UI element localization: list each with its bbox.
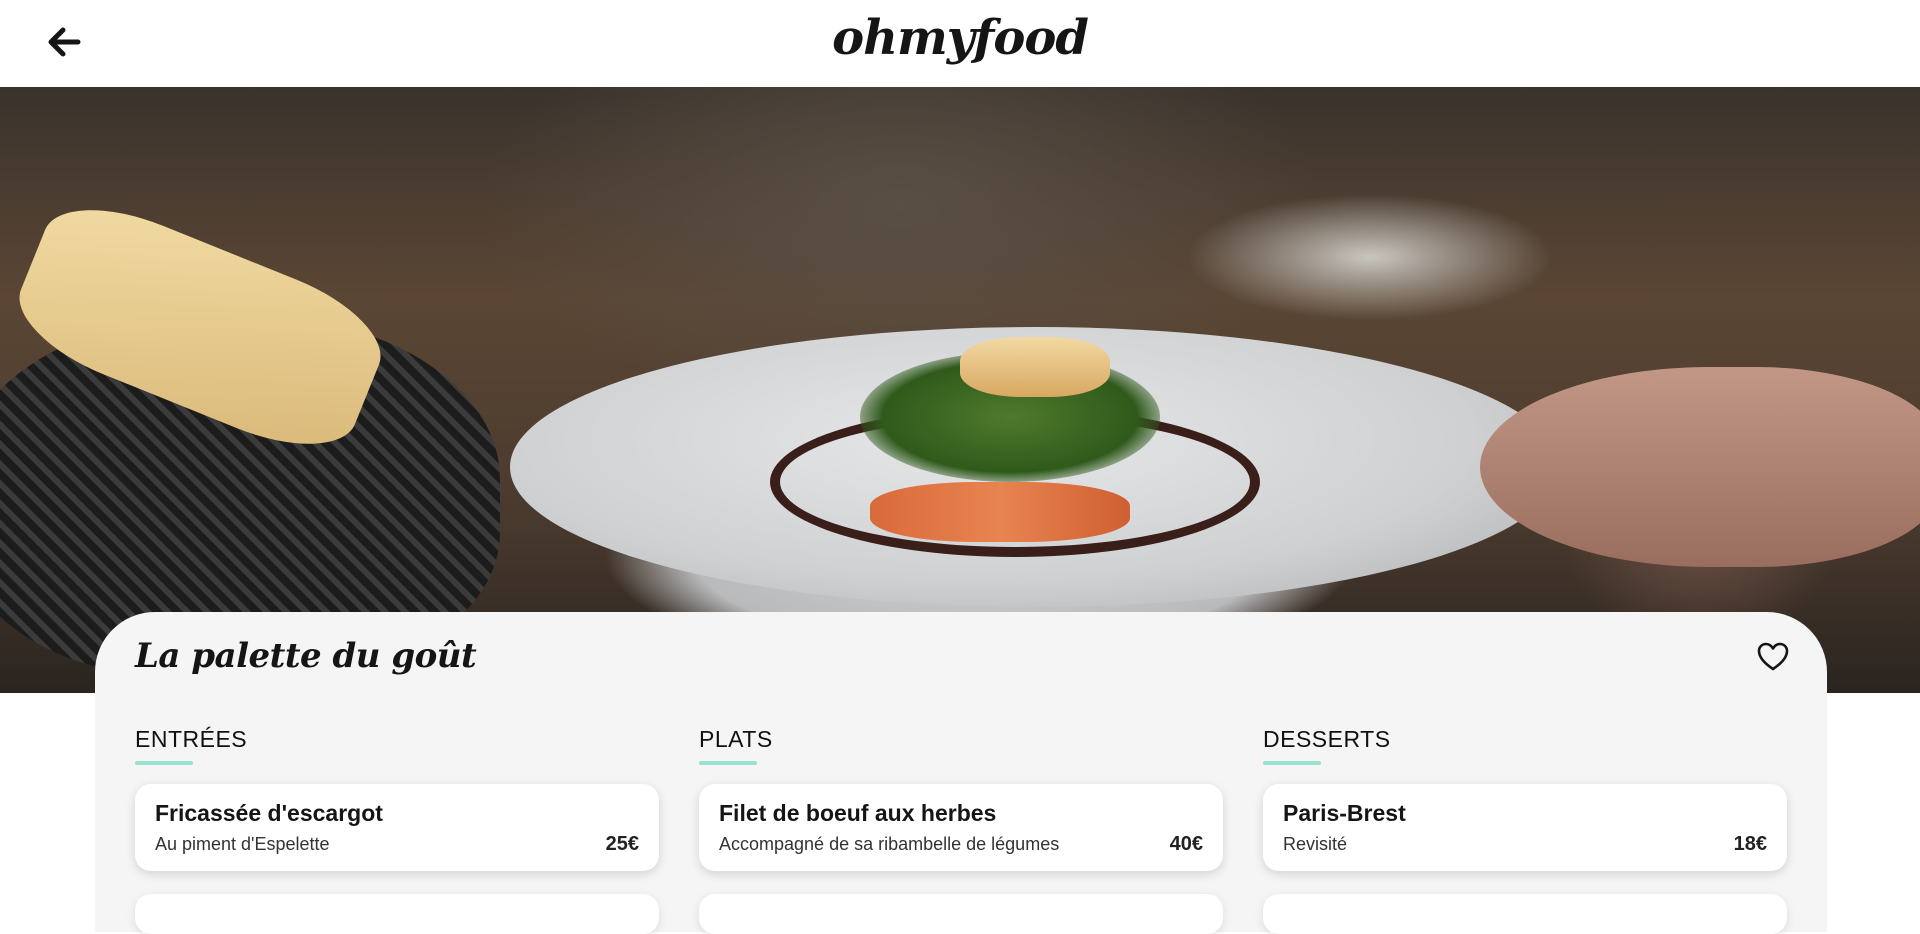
dish-description: Accompagné de sa ribambelle de légumes [719, 834, 1060, 854]
dish-card[interactable] [699, 894, 1223, 934]
dish-price: 40€ [1169, 833, 1203, 855]
dish-card[interactable]: Paris-Brest Revisité 18€ [1263, 784, 1787, 871]
section-underline [699, 761, 757, 765]
restaurant-hero-image [0, 87, 1920, 693]
dish-card[interactable] [1263, 894, 1787, 934]
section-heading: ENTRÉES [135, 726, 248, 752]
hand [1480, 367, 1920, 567]
menu-section-desserts: DESSERTS Paris-Brest Revisité 18€ [1263, 726, 1787, 934]
salmon [870, 482, 1130, 542]
section-heading: DESSERTS [1263, 726, 1391, 752]
dish-card[interactable]: Filet de boeuf aux herbes Accompagné de … [699, 784, 1223, 871]
restaurant-card: La palette du goût ENTRÉES Fricassée d'e… [95, 612, 1827, 934]
dish-card[interactable] [135, 894, 659, 934]
heart-icon [1757, 642, 1789, 671]
dish-name: Fricassée d'escargot [155, 800, 383, 826]
dish-description: Au piment d'Espelette [155, 834, 330, 854]
dish-price: 25€ [605, 833, 639, 855]
section-heading: PLATS [699, 726, 773, 752]
restaurant-title: La palette du goût [135, 636, 477, 676]
favorite-button[interactable] [1757, 642, 1789, 672]
app-logo[interactable]: ohmyfood [0, 10, 1920, 66]
dish-description: Revisité [1283, 834, 1348, 854]
fish-fillet [960, 337, 1110, 397]
dish-card[interactable]: Fricassée d'escargot Au piment d'Espelet… [135, 784, 659, 871]
section-underline [135, 761, 193, 765]
dish-name: Filet de boeuf aux herbes [719, 800, 997, 826]
menu-section-entrees: ENTRÉES Fricassée d'escargot Au piment d… [135, 726, 659, 934]
app-header: ohmyfood [0, 0, 1920, 87]
dish-price: 18€ [1733, 833, 1767, 855]
dish-name: Paris-Brest [1283, 800, 1406, 826]
menu-section-plats: PLATS Filet de boeuf aux herbes Accompag… [699, 726, 1223, 934]
section-underline [1263, 761, 1321, 765]
